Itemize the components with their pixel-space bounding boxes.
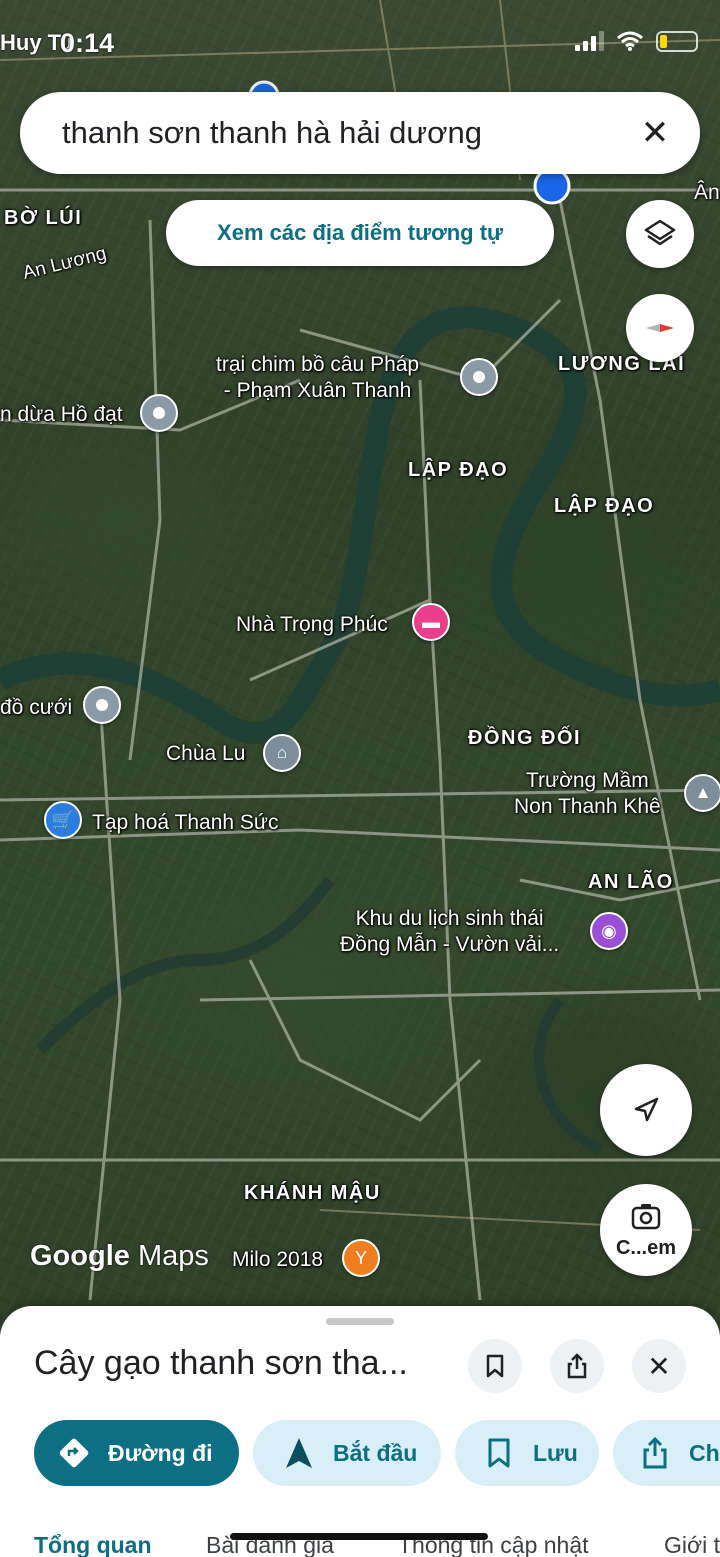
share-icon <box>567 1353 587 1379</box>
google-maps-logo: Google Maps <box>30 1240 209 1272</box>
save-button[interactable]: Lưu <box>455 1420 599 1486</box>
similar-places-button[interactable]: Xem các địa điểm tương tự <box>166 200 554 266</box>
map-pin-icon[interactable] <box>140 394 178 432</box>
share-icon <box>635 1433 675 1473</box>
navigation-arrow-icon <box>634 1097 659 1122</box>
place-label-milo[interactable]: Milo 2018 <box>232 1247 323 1273</box>
tab-about[interactable]: Giới t <box>664 1532 720 1557</box>
close-sheet-button[interactable]: ✕ <box>632 1339 686 1393</box>
area-label-lap-dao-2: LẬP ĐẠO <box>554 495 655 517</box>
area-label-dong-doi: ĐỒNG ĐỐI <box>468 727 582 749</box>
close-icon: ✕ <box>647 1350 671 1382</box>
current-location-dot <box>533 167 571 205</box>
directions-icon <box>54 1433 94 1473</box>
bookmark-icon <box>486 1354 504 1378</box>
school-icon[interactable]: ▲ <box>684 774 720 812</box>
camera-attraction-icon[interactable]: ◉ <box>590 912 628 950</box>
place-label-tap-hoa[interactable]: Tạp hoá Thanh Sức <box>92 810 278 836</box>
directions-button[interactable]: Đường đi <box>34 1420 239 1486</box>
search-bar[interactable]: thanh sơn thanh hà hải dương ✕ <box>20 92 700 174</box>
layers-button[interactable] <box>626 200 694 268</box>
camera-search-button[interactable]: C...em <box>600 1184 692 1276</box>
share-chip-button[interactable]: Ch <box>613 1420 720 1486</box>
map-pin-icon[interactable] <box>460 358 498 396</box>
shopping-cart-icon[interactable]: 🛒 <box>44 801 82 839</box>
map-pin-icon[interactable] <box>83 686 121 724</box>
cocktail-bar-icon[interactable]: Y <box>342 1239 380 1277</box>
hotel-bed-icon[interactable]: ▬ <box>412 603 450 641</box>
bookmark-icon <box>479 1433 519 1473</box>
place-title: Cây gạo thanh sơn tha... <box>34 1344 408 1382</box>
share-button[interactable] <box>550 1339 604 1393</box>
bookmark-button[interactable] <box>468 1339 522 1393</box>
place-label-khu-du-lich[interactable]: Khu du lịch sinh thái Đồng Mẫn - Vườn vả… <box>340 906 559 959</box>
status-time: 0:14 <box>60 28 115 58</box>
close-icon[interactable]: ✕ <box>620 98 690 168</box>
home-indicator[interactable] <box>230 1533 488 1540</box>
place-label-trai-chim[interactable]: trại chim bồ câu Pháp - Phạm Xuân Thanh <box>216 352 419 405</box>
search-input[interactable]: thanh sơn thanh hà hải dương <box>20 115 620 151</box>
status-bar: Huy Tu 0:14 <box>0 20 720 64</box>
compass-button[interactable] <box>626 294 694 362</box>
lens-camera-icon <box>631 1204 661 1230</box>
tab-overview[interactable]: Tổng quan <box>34 1532 152 1557</box>
wifi-icon <box>617 31 643 51</box>
area-label-an-lao: AN LÃO <box>588 871 674 893</box>
place-label-do-cuoi[interactable]: đồ cưới <box>0 695 72 721</box>
area-label-bo-lui: BỜ LÚI <box>4 207 83 229</box>
temple-icon[interactable]: ⌂ <box>263 734 301 772</box>
place-label-nha-trong-phuc[interactable]: Nhà Trọng Phúc <box>236 612 388 638</box>
area-label-lap-dao-1: LẬP ĐẠO <box>408 459 509 481</box>
start-button[interactable]: Bắt đầu <box>253 1420 441 1486</box>
place-bottom-sheet[interactable]: Cây gạo thanh sơn tha... ✕ Đường đi Bắt … <box>0 1306 720 1557</box>
navigation-start-icon <box>279 1433 319 1473</box>
battery-icon <box>656 30 698 52</box>
camera-search-label: C...em <box>615 1237 677 1259</box>
place-label-chua-lu[interactable]: Chùa Lu <box>166 741 245 767</box>
area-label-an: Ân <box>694 181 720 204</box>
place-label-dua-ho-dat[interactable]: n dừa Hồ đạt <box>0 402 123 428</box>
area-label-khanh-mau: KHÁNH MẬU <box>244 1182 381 1204</box>
sheet-drag-handle[interactable] <box>326 1318 394 1325</box>
compass-icon <box>646 324 674 332</box>
my-location-button[interactable] <box>600 1064 692 1156</box>
layers-icon <box>644 219 676 246</box>
place-label-truong-mam-non[interactable]: Trường Mầm Non Thanh Khê <box>514 768 661 821</box>
cellular-signal-icon <box>575 31 604 51</box>
